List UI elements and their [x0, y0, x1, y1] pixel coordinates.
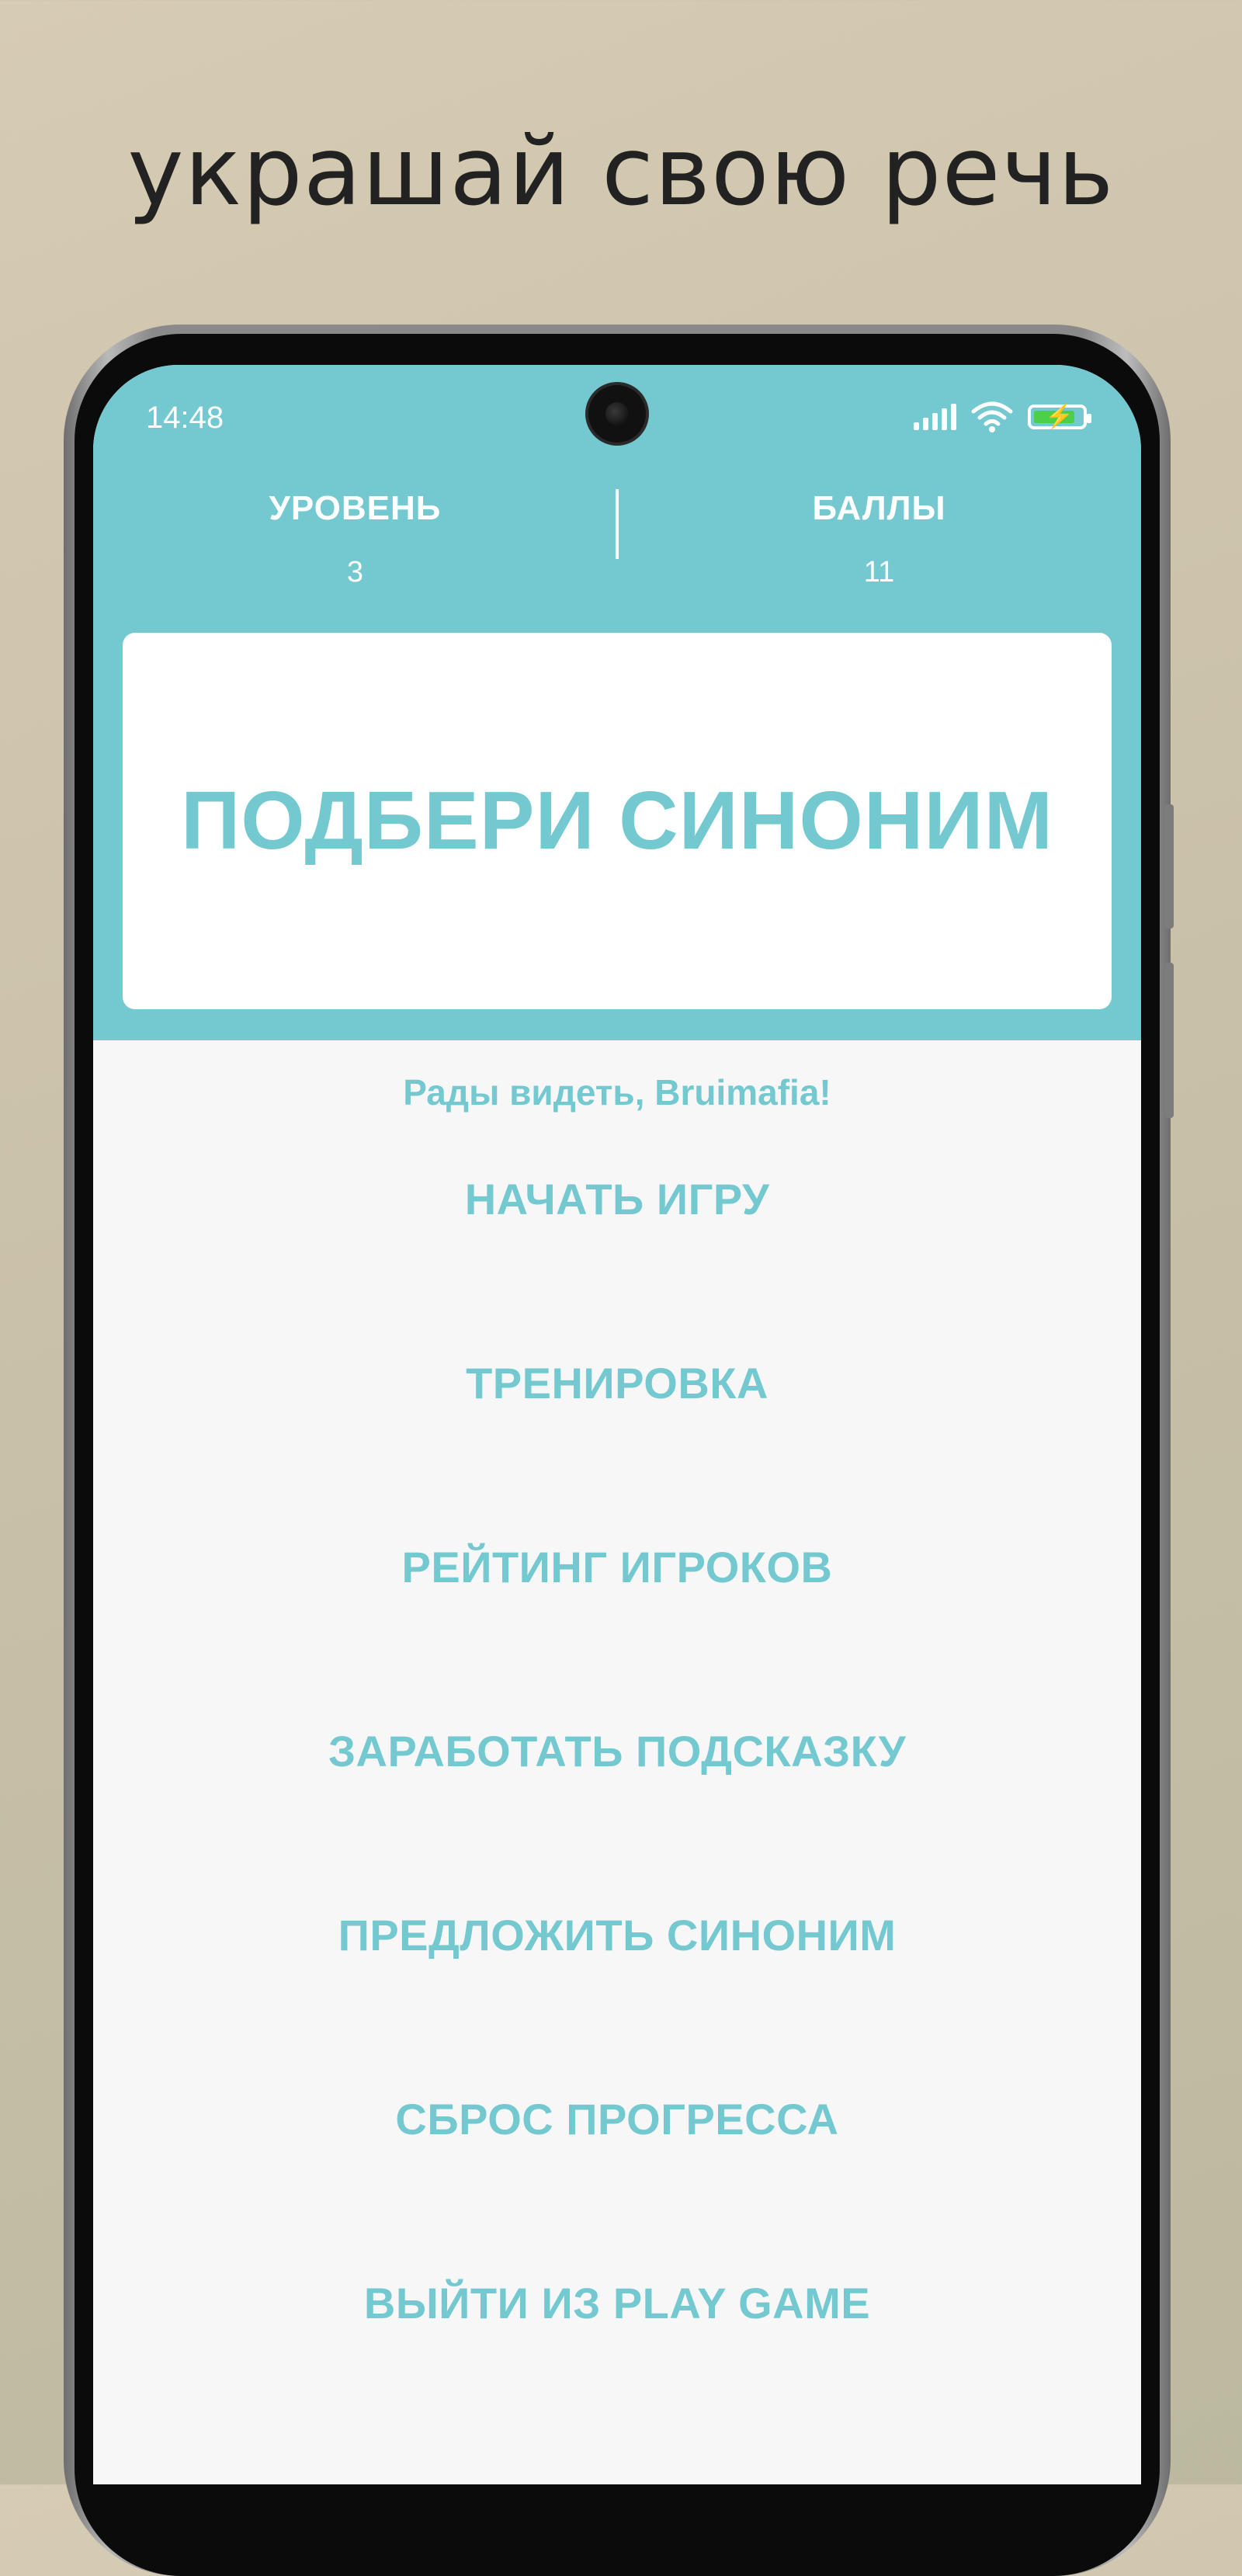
suggest-synonym-label: ПРЕДЛОЖИТЬ СИНОНИМ [338, 1911, 897, 1960]
leaderboard-label: РЕЙТИНГ ИГРОКОВ [401, 1543, 833, 1592]
score-stat: БАЛЛЫ 11 [617, 489, 1141, 589]
status-icons: ⚡ [914, 401, 1091, 433]
app-header: 14:48 ⚡ УРОВЕНЬ 3 БАЛЛЫ 11 ПОДБЕРИ СИНОН… [93, 365, 1141, 1040]
earn-hint-label: ЗАРАБОТАТЬ ПОДСКАЗКУ [328, 1727, 907, 1776]
sign-out-button[interactable]: ВЫЙТИ ИЗ PLAY GAME [93, 2261, 1141, 2445]
earn-hint-button[interactable]: ЗАРАБОТАТЬ ПОДСКАЗКУ [93, 1709, 1141, 1893]
suggest-synonym-button[interactable]: ПРЕДЛОЖИТЬ СИНОНИМ [93, 1893, 1141, 2077]
volume-button [1164, 804, 1174, 929]
signal-icon [914, 404, 956, 430]
score-value: 11 [863, 556, 895, 588]
battery-charging-icon: ⚡ [1028, 404, 1091, 429]
title-card: ПОДБЕРИ СИНОНИМ [123, 633, 1112, 1009]
level-stat: УРОВЕНЬ 3 [93, 489, 617, 589]
reset-progress-button[interactable]: СБРОС ПРОГРЕССА [93, 2077, 1141, 2261]
welcome-message: Рады видеть, Bruimafia! [403, 1072, 831, 1113]
start-game-button[interactable]: НАЧАТЬ ИГРУ [93, 1157, 1141, 1341]
status-time: 14:48 [146, 401, 224, 435]
training-label: ТРЕНИРОВКА [466, 1359, 768, 1408]
sign-out-label: ВЫЙТИ ИЗ PLAY GAME [363, 2279, 871, 2328]
stats-bar: УРОВЕНЬ 3 БАЛЛЫ 11 [93, 489, 1141, 621]
start-game-label: НАЧАТЬ ИГРУ [464, 1175, 770, 1224]
power-button [1164, 963, 1174, 1118]
wifi-icon [971, 401, 1013, 432]
front-camera [588, 385, 646, 443]
level-label: УРОВЕНЬ [269, 489, 442, 527]
score-label: БАЛЛЫ [812, 489, 946, 527]
promo-headline: украшай свою речь [127, 116, 1115, 227]
phone-screen: 14:48 ⚡ УРОВЕНЬ 3 БАЛЛЫ 11 ПОДБЕРИ СИНОН… [93, 365, 1141, 2484]
app-title: ПОДБЕРИ СИНОНИМ [181, 775, 1053, 866]
level-value: 3 [346, 556, 364, 588]
reset-progress-label: СБРОС ПРОГРЕССА [395, 2095, 839, 2144]
training-button[interactable]: ТРЕНИРОВКА [93, 1341, 1141, 1525]
main-menu: НАЧАТЬ ИГРУ ТРЕНИРОВКА РЕЙТИНГ ИГРОКОВ З… [93, 1157, 1141, 2445]
leaderboard-button[interactable]: РЕЙТИНГ ИГРОКОВ [93, 1525, 1141, 1709]
